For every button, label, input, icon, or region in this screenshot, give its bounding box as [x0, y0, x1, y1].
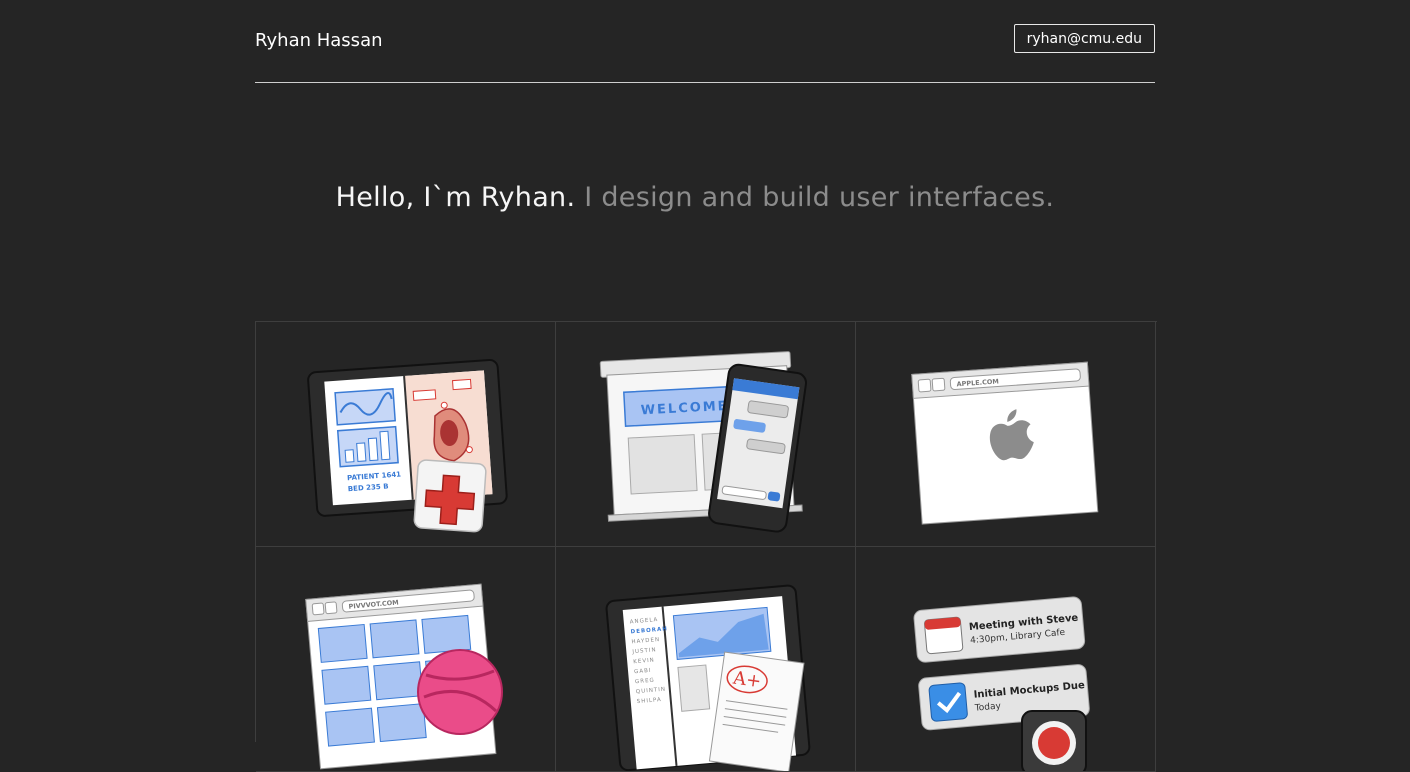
email-link[interactable]: ryhan@cmu.edu [1013, 24, 1155, 53]
site-header: Ryhan Hassan ryhan@cmu.edu [255, 0, 1155, 83]
hero-greeting: Hello, I`m Ryhan. [335, 182, 576, 213]
hero-statement: Hello, I`m Ryhan. I design and build use… [255, 182, 1135, 213]
welcome-presentation-icon: WELCOME [599, 351, 808, 533]
page: Ryhan Hassan ryhan@cmu.edu Hello, I`m Ry… [255, 0, 1157, 772]
project-tile-grades[interactable]: ANGELA DEBORAH HAYDEN JUSTIN KEVIN GABI … [556, 547, 856, 772]
grades-tablet-icon: ANGELA DEBORAH HAYDEN JUSTIN KEVIN GABI … [605, 584, 811, 771]
medical-tablet-icon: PATIENT 1641 BED 235 B [307, 359, 508, 533]
project-tile-apple[interactable]: APPLE.COM [856, 322, 1156, 547]
browser-apple-icon: APPLE.COM [911, 361, 1099, 525]
pivvvot-dribbble-icon: PIVVVOT.COM [305, 583, 503, 770]
project-tile-medical[interactable]: PATIENT 1641 BED 235 B [256, 322, 556, 547]
project-tile-pivvvot[interactable]: PIVVVOT.COM [256, 547, 556, 772]
project-grid: PATIENT 1641 BED 235 B WELCOME APPLE.COM… [255, 321, 1157, 772]
project-tile-welcome[interactable]: WELCOME [556, 322, 856, 547]
hero-tagline: I design and build user interfaces. [575, 182, 1055, 213]
site-name[interactable]: Ryhan Hassan [255, 30, 383, 51]
project-tile-reminders[interactable]: Meeting with Steve 4:30pm, Library Cafe … [856, 547, 1156, 772]
reminders-icon: Meeting with Steve 4:30pm, Library Cafe … [913, 596, 1090, 771]
